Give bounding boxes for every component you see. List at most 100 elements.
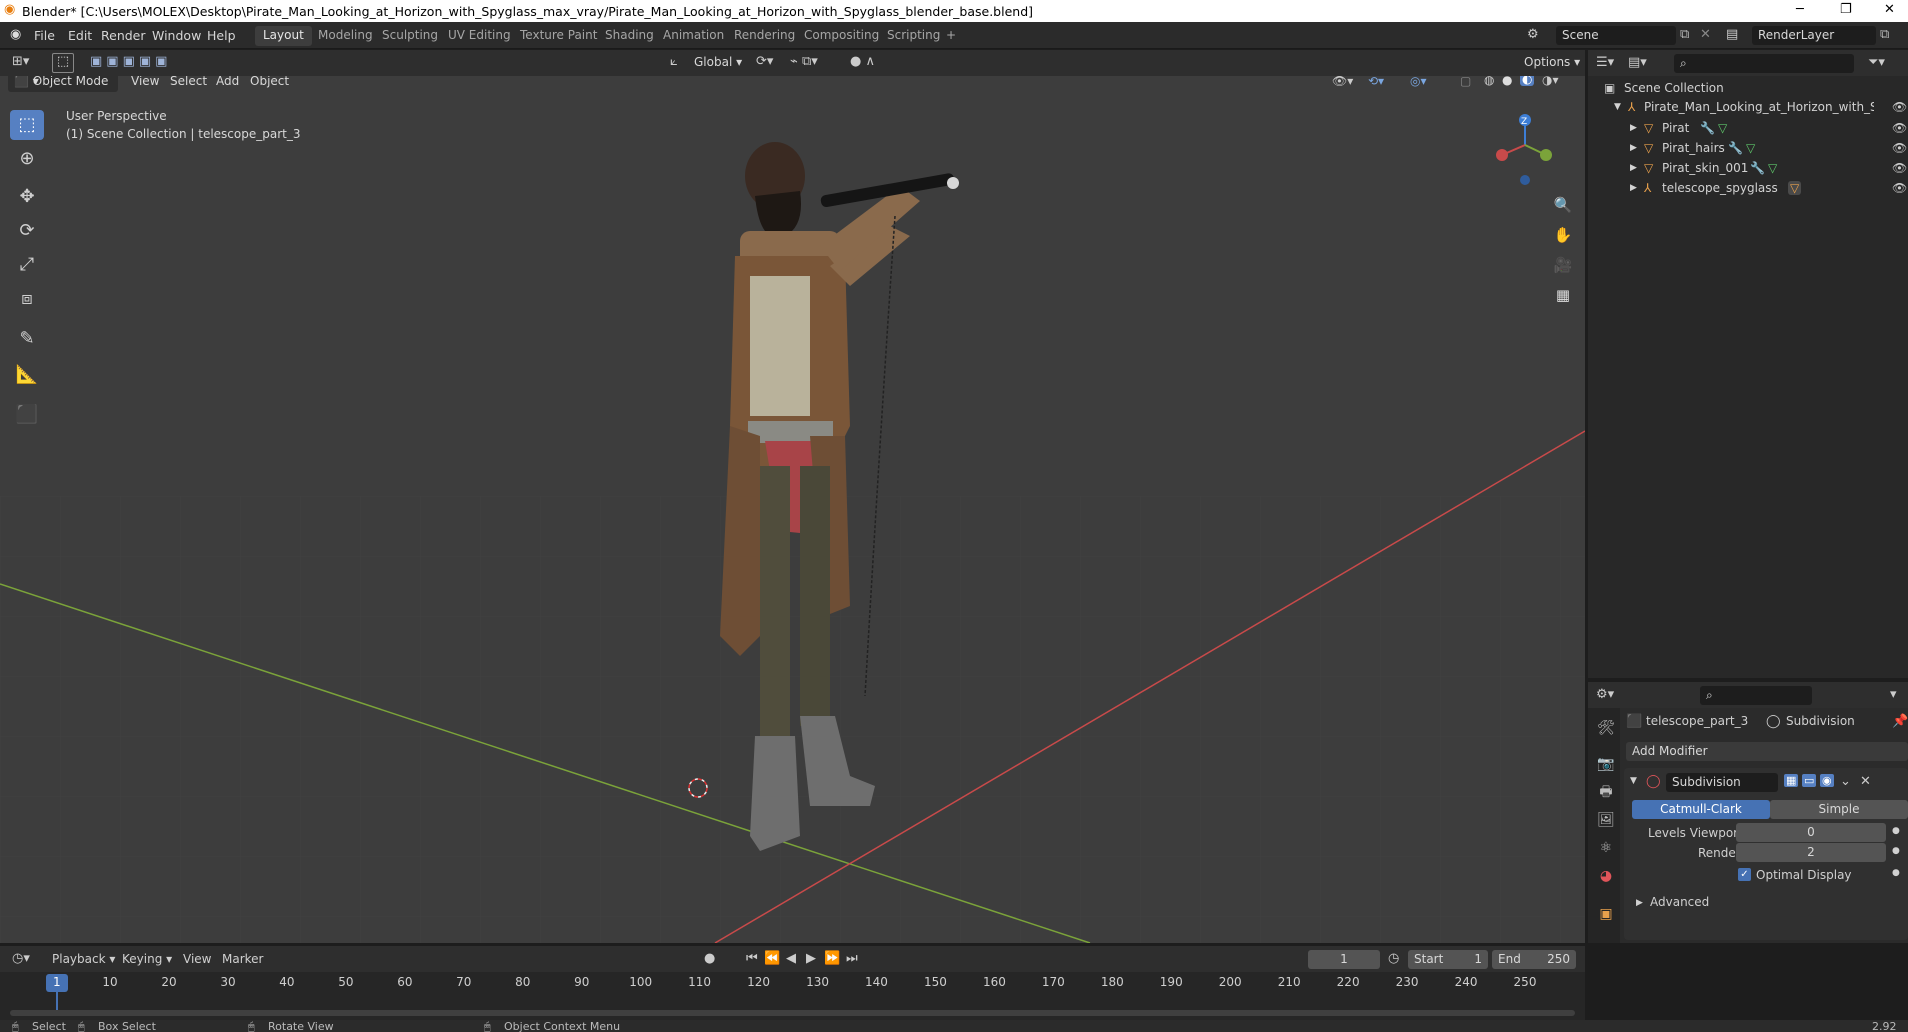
tab-animation[interactable]: Animation: [655, 26, 732, 46]
scene-icon[interactable]: ⚙: [1527, 27, 1539, 42]
outliner-row-collection[interactable]: ▼ ⅄ Pirate_Man_Looking_at_Horizon_with_S…: [1588, 97, 1908, 117]
3d-viewport[interactable]: ⬛ Object Mode ▾ View Select Add Object 👁…: [0, 76, 1585, 943]
pirate-model[interactable]: [660, 136, 1020, 896]
add-cube-tool-icon[interactable]: ⬛: [10, 400, 44, 430]
render-layer-icon[interactable]: ▤: [1726, 27, 1738, 42]
proportional-edit-icon[interactable]: ● ∧: [850, 54, 875, 69]
levels-viewport-field[interactable]: 0: [1736, 823, 1886, 842]
shading-material-icon[interactable]: ◐: [1520, 76, 1535, 86]
snap-icon[interactable]: ⌁ ⧉▾: [790, 54, 818, 69]
next-keyframe-icon[interactable]: ⏩: [824, 951, 840, 966]
outliner-row-pirat-skin[interactable]: ▶ ▽ Pirat_skin_001 🔧 ▽ 👁: [1588, 158, 1908, 178]
scene-field[interactable]: Scene: [1556, 26, 1676, 45]
close-icon[interactable]: ✕: [1884, 2, 1895, 17]
menu-window[interactable]: Window: [152, 28, 201, 43]
keyframe-dot-icon[interactable]: ●: [1892, 826, 1900, 836]
timeline-menu-keying[interactable]: Keying ▾: [122, 952, 172, 966]
tab-layout[interactable]: Layout: [255, 26, 312, 46]
outliner-row-pirat-hairs[interactable]: ▶ ▽ Pirat_hairs 🔧 ▽ 👁: [1588, 138, 1908, 158]
visibility-eye-icon[interactable]: 👁: [1892, 100, 1907, 114]
move-tool-icon[interactable]: ✥: [10, 182, 44, 212]
properties-options-icon[interactable]: ▾: [1890, 687, 1897, 702]
timeline-menu-marker[interactable]: Marker: [222, 952, 263, 966]
play-icon[interactable]: ▶: [806, 951, 816, 966]
jump-end-icon[interactable]: ⏭: [846, 951, 858, 966]
record-icon[interactable]: ●: [704, 951, 715, 966]
navigation-gizmo[interactable]: Z: [1490, 110, 1560, 190]
menu-file[interactable]: File: [34, 28, 55, 43]
collapse-arrow-icon[interactable]: ▼: [1630, 776, 1637, 786]
timeline-type-icon[interactable]: ◷▾: [12, 951, 30, 966]
cursor-tool-icon[interactable]: ⊕: [10, 144, 44, 174]
object-tab-icon[interactable]: ▣: [1594, 902, 1618, 926]
visibility-eye-icon[interactable]: 👁: [1892, 121, 1907, 135]
tab-modeling[interactable]: Modeling: [310, 26, 381, 46]
render-layer-field[interactable]: RenderLayer: [1752, 26, 1876, 45]
gizmo-toggle-icon[interactable]: ⟲▾: [1368, 76, 1384, 88]
view-layer-tab-icon[interactable]: 🖼: [1594, 808, 1618, 832]
new-layer-icon[interactable]: ⧉: [1880, 27, 1889, 42]
outliner-row-pirat[interactable]: ▶ ▽ Pirat 🔧 ▽ 👁: [1588, 118, 1908, 138]
xray-icon[interactable]: ▢: [1460, 76, 1471, 88]
zoom-icon[interactable]: 🔍: [1550, 192, 1576, 218]
modifier-name-field[interactable]: Subdivision: [1666, 773, 1778, 792]
tool-tab-icon[interactable]: 🛠: [1594, 716, 1618, 740]
world-tab-icon[interactable]: ◕: [1594, 864, 1618, 888]
scale-tool-icon[interactable]: ⤢: [10, 250, 44, 280]
select-box-tool-icon[interactable]: ⬚: [10, 110, 44, 140]
viewport-menu-select[interactable]: Select: [170, 76, 207, 88]
pivot-icon[interactable]: ⟳▾: [756, 54, 773, 69]
pin-icon[interactable]: 📌: [1892, 714, 1908, 729]
visibility-icon[interactable]: 👁▾: [1332, 76, 1353, 88]
transform-tool-icon[interactable]: ⧈: [10, 284, 44, 314]
annotate-tool-icon[interactable]: ✎: [10, 324, 44, 354]
render-tab-icon[interactable]: 📷: [1594, 752, 1618, 776]
tab-uv-editing[interactable]: UV Editing: [440, 26, 519, 46]
tab-texture-paint[interactable]: Texture Paint: [512, 26, 605, 46]
viewport-menu-add[interactable]: Add: [216, 76, 239, 88]
expand-arrow-icon[interactable]: ▶: [1630, 143, 1637, 153]
tab-sculpting[interactable]: Sculpting: [374, 26, 446, 46]
menu-render[interactable]: Render: [101, 28, 146, 43]
jump-start-icon[interactable]: ⏮: [746, 951, 758, 966]
visibility-eye-icon[interactable]: 👁: [1892, 161, 1907, 175]
end-frame-field[interactable]: End 250: [1492, 950, 1576, 969]
object-mode-dropdown[interactable]: ⬛ Object Mode ▾: [8, 76, 118, 92]
scene-tab-icon[interactable]: ⚛: [1594, 836, 1618, 860]
advanced-section-label[interactable]: Advanced: [1650, 895, 1709, 909]
shading-wireframe-icon[interactable]: ◍: [1484, 76, 1494, 87]
outliner-type-icon[interactable]: ☰▾: [1596, 55, 1614, 70]
orientation-dropdown[interactable]: Global ▾: [688, 53, 746, 72]
remove-modifier-icon[interactable]: ✕: [1860, 774, 1871, 789]
current-frame-field[interactable]: 1: [1308, 950, 1380, 969]
maximize-icon[interactable]: ❐: [1840, 2, 1852, 17]
keyframe-dot-icon[interactable]: ●: [1892, 846, 1900, 856]
outliner-row-scene-collection[interactable]: ▣ Scene Collection: [1588, 78, 1908, 98]
tab-compositing[interactable]: Compositing: [796, 26, 887, 46]
3d-cursor[interactable]: [686, 776, 710, 800]
properties-type-icon[interactable]: ⚙▾: [1596, 687, 1614, 702]
properties-search-input[interactable]: ⌕: [1700, 686, 1812, 705]
select-tool-icon[interactable]: ⬚: [52, 53, 74, 73]
optimal-display-checkbox[interactable]: ✓: [1738, 868, 1751, 881]
new-scene-icon[interactable]: ⧉: [1680, 27, 1689, 42]
shading-rendered-icon[interactable]: ◑▾: [1542, 76, 1559, 87]
editor-type-icon[interactable]: ⊞▾: [12, 54, 29, 69]
keyframe-dot-icon[interactable]: ●: [1892, 868, 1900, 878]
viewport-toggle-icon[interactable]: ▭: [1802, 774, 1817, 787]
editmode-toggle-icon[interactable]: ▦: [1784, 774, 1799, 787]
overlay-toggle-icon[interactable]: ◎▾: [1410, 76, 1427, 88]
display-mode-icon[interactable]: ▤▾: [1628, 55, 1647, 70]
simple-button[interactable]: Simple: [1770, 800, 1908, 819]
tab-shading[interactable]: Shading: [597, 26, 662, 46]
select-mode-icons[interactable]: ▣▣▣▣▣: [90, 54, 171, 69]
measure-tool-icon[interactable]: 📐: [10, 360, 44, 390]
output-tab-icon[interactable]: 🖶: [1594, 780, 1618, 804]
timeline-menu-view[interactable]: View: [183, 952, 211, 966]
visibility-eye-icon[interactable]: 👁: [1892, 181, 1907, 195]
remove-scene-icon[interactable]: ✕: [1700, 27, 1711, 42]
timeline-scrollbar[interactable]: [10, 1010, 1575, 1016]
blender-menu-icon[interactable]: ◉: [10, 27, 21, 42]
camera-view-icon[interactable]: 🎥: [1550, 252, 1576, 278]
minimize-icon[interactable]: ─: [1796, 2, 1804, 17]
